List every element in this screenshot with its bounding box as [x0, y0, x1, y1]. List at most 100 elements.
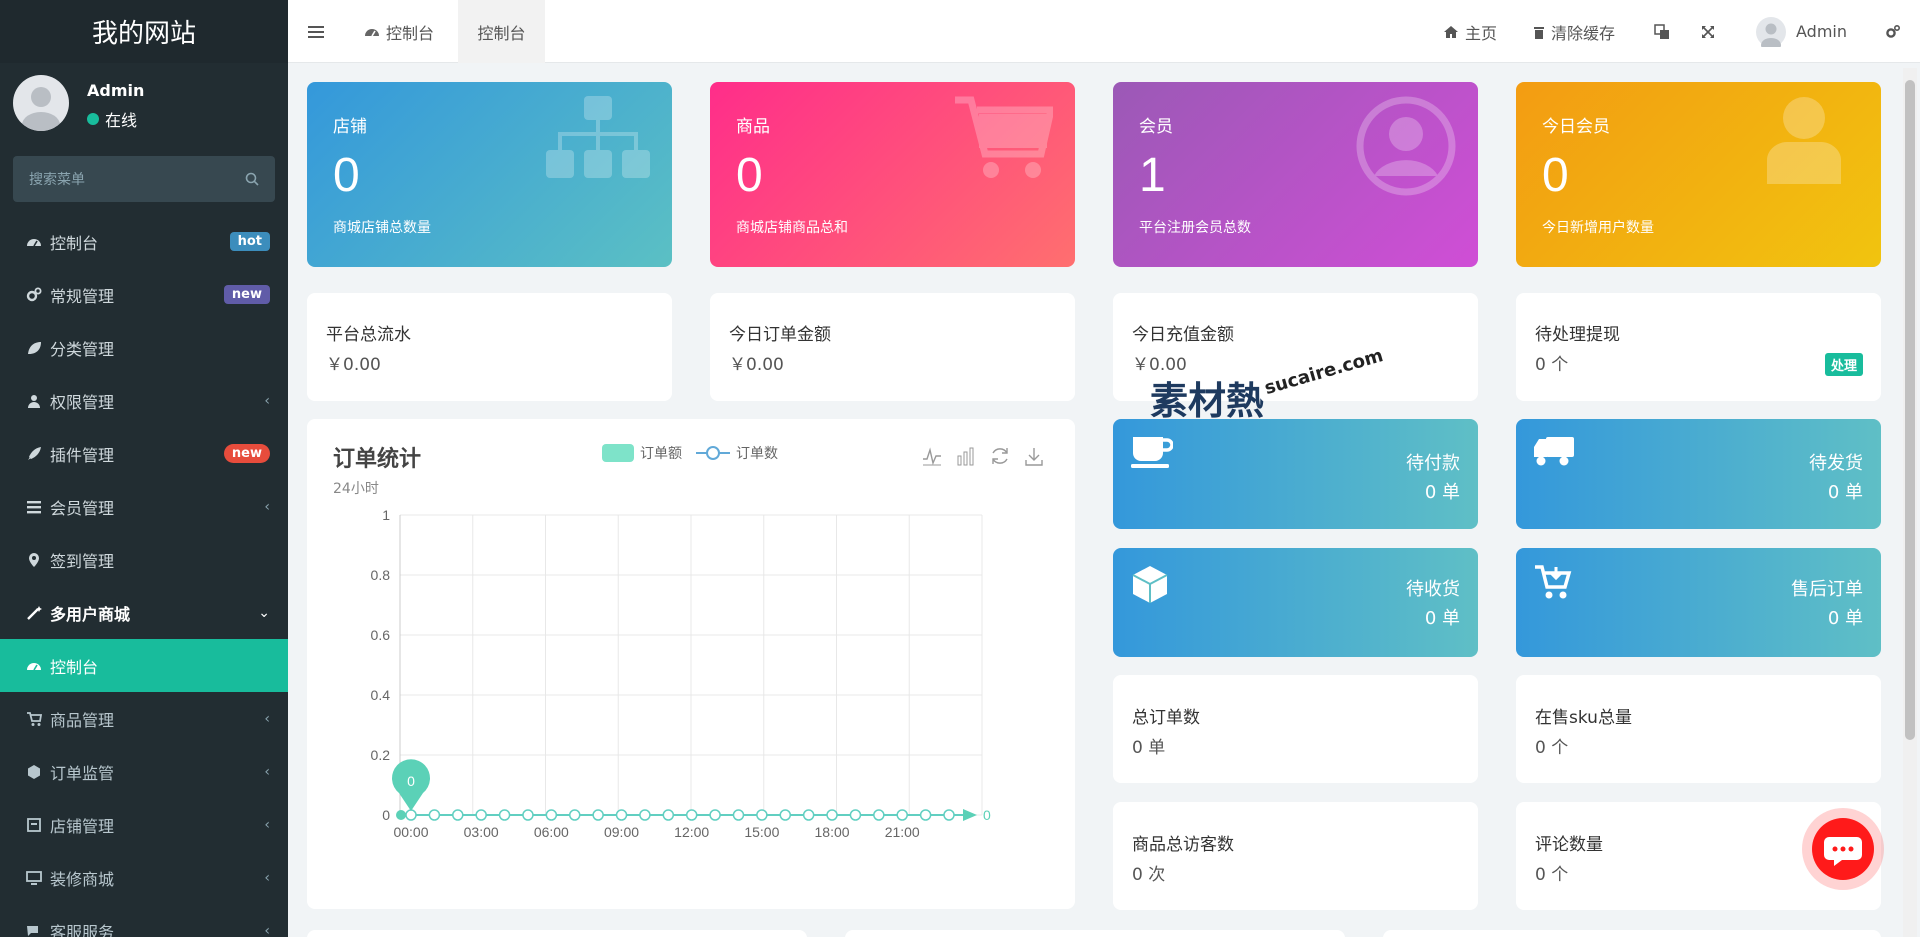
tile-label: 待发货 — [1809, 453, 1863, 474]
cube-icon — [26, 764, 42, 780]
home-link[interactable]: 主页 — [1443, 0, 1497, 63]
process-button[interactable]: 处理 — [1824, 353, 1863, 376]
money-title: 今日充值金额 — [1132, 325, 1234, 345]
chat-button[interactable] — [1812, 818, 1874, 880]
user-circle-icon — [1356, 96, 1456, 196]
sitemap-icon — [546, 96, 650, 182]
end-label: 0 — [983, 807, 991, 823]
money-value: ￥0.00 — [326, 355, 381, 375]
store-icon — [26, 817, 42, 833]
tile-value: 0 单 — [1827, 482, 1863, 503]
menu-toggle-button[interactable] — [308, 0, 324, 63]
x-tick-label: 15:00 — [744, 824, 779, 840]
sidebar-item-console[interactable]: 控制台 — [0, 639, 288, 692]
stat-card-members[interactable]: 会员 1 平台注册会员总数 — [1113, 82, 1478, 267]
data-point — [709, 809, 721, 821]
sidebar-item-label: 商品管理 — [50, 710, 115, 730]
count-value: 0 次 — [1132, 865, 1166, 885]
clear-cache-button[interactable]: 清除缓存 — [1533, 0, 1615, 63]
x-tick-label: 18:00 — [815, 824, 850, 840]
x-tick-label: 00:00 — [393, 824, 428, 840]
tab-dashboard[interactable]: 控制台 — [364, 0, 434, 63]
sidebar-item-multistore[interactable]: 多用户商城 ⌄ — [0, 586, 288, 639]
bars-icon — [308, 25, 324, 38]
data-point — [662, 809, 675, 821]
count-card-total-orders: 总订单数 0 单 — [1113, 675, 1478, 783]
stat-card-goods[interactable]: 商品 0 商城店铺商品总和 — [710, 82, 1075, 267]
cart-icon — [26, 711, 42, 727]
sidebar-item-label: 店铺管理 — [50, 816, 115, 836]
tile-pending-payment[interactable]: 待付款 0 单 — [1113, 419, 1478, 529]
magic-wand-icon — [26, 605, 42, 621]
tab-console-active[interactable]: 控制台 — [458, 0, 545, 63]
chevron-left-icon: ‹ — [264, 763, 270, 780]
data-point — [405, 809, 417, 821]
tab-label: 控制台 — [477, 23, 526, 43]
fullscreen-button[interactable] — [1701, 0, 1715, 63]
page-scrollbar[interactable] — [1903, 68, 1917, 937]
scrollbar-thumb[interactable] — [1905, 80, 1915, 740]
language-icon — [1654, 23, 1669, 39]
order-line-chart[interactable]: 0 0.2 0.4 0.6 0.8 1 00:00 03:00 06:00 09:00 12:00 1… — [307, 419, 1075, 909]
sidebar-item-permission[interactable]: 权限管理 ‹ — [0, 374, 288, 427]
data-point — [943, 809, 955, 821]
expand-icon — [1702, 25, 1714, 38]
data-point — [756, 809, 768, 821]
group-icon — [26, 393, 42, 409]
cart-icon — [953, 96, 1053, 182]
avatar[interactable] — [1756, 16, 1786, 47]
sidebar-item-label: 控制台 — [50, 233, 99, 253]
sidebar-item-plugin[interactable]: 插件管理 new — [0, 427, 288, 480]
series-start-dot — [396, 810, 406, 820]
desktop-icon — [26, 870, 42, 886]
sidebar-item-general[interactable]: 常规管理 new — [0, 268, 288, 321]
search-input[interactable]: 搜索菜单 — [13, 156, 275, 202]
translate-button[interactable] — [1654, 0, 1670, 63]
sidebar: 我的网站 Admin 在线 搜索菜单 控制台 hot 常规管理 new 分类管理 权… — [0, 0, 288, 937]
money-card-today-orders: 今日订单金额 ￥0.00 — [710, 293, 1075, 401]
cogs-icon — [26, 287, 42, 303]
bottom-card — [307, 930, 807, 937]
avatar[interactable] — [13, 75, 69, 131]
data-point — [732, 809, 745, 821]
y-tick-label: 0.6 — [371, 627, 391, 643]
admin-name: Admin — [1796, 22, 1847, 41]
data-point — [568, 809, 581, 821]
admin-menu[interactable]: Admin — [1756, 0, 1847, 63]
chevron-left-icon: ‹ — [264, 392, 270, 409]
data-point — [615, 809, 628, 821]
tile-pending-shipment[interactable]: 待发货 0 单 — [1516, 419, 1881, 529]
stat-card-stores[interactable]: 店铺 0 商城店铺总数量 — [307, 82, 672, 267]
stat-value: 0 — [333, 149, 360, 202]
y-tick-label: 0.4 — [371, 687, 391, 703]
data-point — [826, 809, 838, 821]
sidebar-item-checkin[interactable]: 签到管理 — [0, 533, 288, 586]
settings-button[interactable] — [1885, 0, 1901, 63]
clear-cache-label: 清除缓存 — [1551, 23, 1616, 43]
chevron-left-icon: ‹ — [264, 869, 270, 886]
sidebar-item-dashboard[interactable]: 控制台 hot — [0, 215, 288, 268]
tile-label: 售后订单 — [1791, 579, 1863, 600]
search-icon[interactable] — [245, 172, 259, 186]
sidebar-item-service[interactable]: 客服服务 ‹ — [0, 904, 288, 937]
sidebar-item-orders[interactable]: 订单监管 ‹ — [0, 745, 288, 798]
x-tick-label: 12:00 — [674, 824, 709, 840]
sidebar-item-goods[interactable]: 商品管理 ‹ — [0, 692, 288, 745]
series-end-arrow — [963, 809, 977, 821]
tile-pending-receipt[interactable]: 待收货 0 单 — [1113, 548, 1478, 657]
user-status-label: 在线 — [105, 111, 138, 130]
tile-after-sales[interactable]: 售后订单 0 单 — [1516, 548, 1881, 657]
stat-card-today-members[interactable]: 今日会员 0 今日新增用户数量 — [1516, 82, 1881, 267]
data-point — [592, 809, 604, 821]
sidebar-item-decorate[interactable]: 装修商城 ‹ — [0, 851, 288, 904]
bottom-card — [1383, 930, 1881, 937]
site-title[interactable]: 我的网站 — [0, 0, 288, 63]
sidebar-item-stores[interactable]: 店铺管理 ‹ — [0, 798, 288, 851]
map-marker-icon — [26, 552, 42, 568]
data-point — [896, 809, 908, 821]
sidebar-item-member[interactable]: 会员管理 ‹ — [0, 480, 288, 533]
sidebar-item-category[interactable]: 分类管理 — [0, 321, 288, 374]
max-marker-label: 0 — [407, 773, 415, 789]
new-badge: new — [223, 285, 270, 304]
sidebar-menu: 控制台 hot 常规管理 new 分类管理 权限管理 ‹ 插件管理 new 会员管理 ‹ … — [0, 215, 288, 937]
